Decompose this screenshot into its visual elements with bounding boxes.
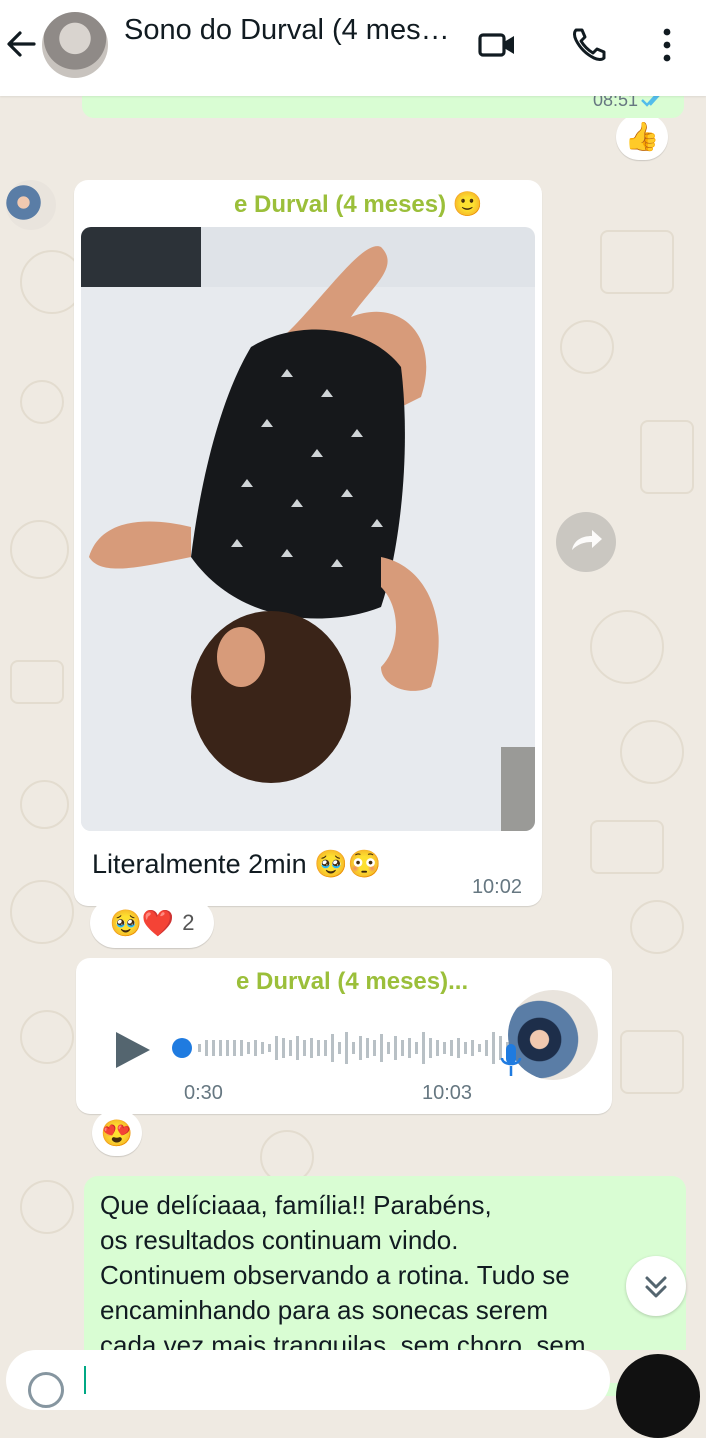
reaction-badge[interactable]: 👍: [616, 114, 668, 160]
mic-send-button[interactable]: [616, 1354, 700, 1438]
audio-duration: 0:30: [184, 1082, 223, 1104]
message-time: 10:03: [422, 1082, 473, 1104]
reaction-badge[interactable]: 😍: [92, 1110, 142, 1156]
double-chevron-down-icon: [645, 1276, 667, 1298]
reaction-emojis: 🥹❤️: [109, 907, 175, 938]
forward-icon: [572, 530, 602, 550]
sender-avatar[interactable]: [6, 180, 56, 230]
reaction-badge[interactable]: 🥹❤️ 2: [90, 898, 214, 948]
baby-photo-illustration: [81, 246, 535, 831]
sender-name[interactable]: e Durval (4 meses)...: [236, 968, 468, 996]
chat-header: Sono do Durval (4 meses) r ...: [0, 0, 706, 96]
reaction-count: 2: [182, 910, 195, 935]
message-text: Que delíciaaa, família!! Parabéns, os re…: [100, 1190, 586, 1360]
more-vert-icon[interactable]: [646, 22, 692, 68]
audio-waveform[interactable]: [172, 1028, 552, 1068]
text-caret: [84, 1366, 86, 1394]
chat-title[interactable]: Sono do Durval (4 meses): [124, 14, 454, 47]
emoji-icon[interactable]: [28, 1372, 64, 1408]
message-input[interactable]: [6, 1350, 610, 1410]
photo-crib-bar: [501, 747, 535, 831]
scroll-to-bottom-button[interactable]: [626, 1256, 686, 1316]
composer-bar: [0, 1350, 706, 1438]
group-avatar[interactable]: [42, 12, 108, 78]
audio-message-bubble[interactable]: e Durval (4 meses)... 0:30 10:03: [76, 958, 612, 1114]
play-icon[interactable]: [112, 1030, 152, 1070]
image-caption: Literalmente 2min 🥹😳: [92, 849, 382, 879]
message-time: 10:02: [471, 876, 522, 898]
forward-button[interactable]: [556, 512, 616, 572]
sender-name[interactable]: e Durval (4 meses) 🙂: [234, 190, 483, 219]
message-photo[interactable]: [81, 227, 535, 831]
video-call-icon[interactable]: [474, 22, 520, 68]
phone-icon[interactable]: [566, 22, 612, 68]
image-message-bubble[interactable]: e Durval (4 meses) 🙂 Literalmente 2min 🥹…: [74, 180, 542, 906]
mic-icon: [500, 1044, 522, 1076]
arrow-left-icon[interactable]: [2, 24, 42, 64]
